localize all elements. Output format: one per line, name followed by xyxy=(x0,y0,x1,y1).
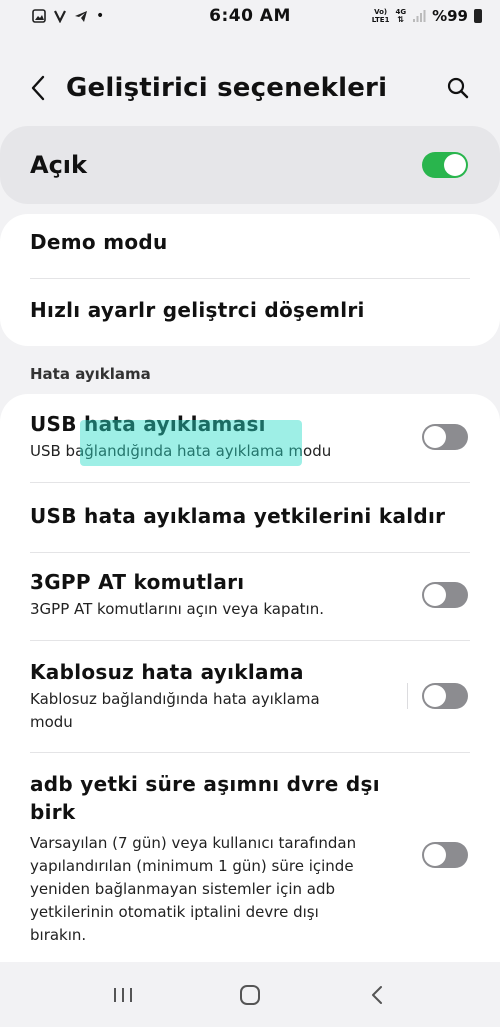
recents-button[interactable] xyxy=(93,970,153,1020)
3gpp-at-subtitle: 3GPP AT komutlarını açın veya kapatın. xyxy=(30,600,324,618)
demo-mode-item[interactable]: Demo modu xyxy=(0,230,500,254)
wireless-debugging-subtitle-line2: modu xyxy=(30,713,73,731)
adb-auth-timeout-subtitle: Varsayılan (7 gün) veya kullanıcı tarafı… xyxy=(30,832,470,947)
nav-back-button[interactable] xyxy=(347,970,407,1020)
search-button[interactable] xyxy=(438,68,478,108)
status-right-icons: Vo) LTE1 4G ⇅ %99 xyxy=(372,7,482,25)
adb-auth-timeout-subtitle-line2: yapılandırılan (minimum 1 gün) süre için… xyxy=(30,857,354,875)
adb-auth-timeout-title-line2: birk xyxy=(30,800,76,824)
wireless-debugging-title: Kablosuz hata ayıklama xyxy=(30,660,304,684)
dot-icon: • xyxy=(96,8,105,24)
back-button[interactable] xyxy=(12,62,64,114)
net-volte-label: Vo) xyxy=(374,8,388,16)
divider xyxy=(30,552,470,553)
toggle-knob xyxy=(424,844,446,866)
adb-auth-timeout-toggle[interactable] xyxy=(422,842,468,868)
toggle-knob xyxy=(444,154,466,176)
debugging-card: USB hata ayıklaması USB bağlandığında ha… xyxy=(0,394,500,1027)
network-indicator: Vo) LTE1 xyxy=(372,8,390,24)
master-switch-row[interactable]: Açık xyxy=(0,126,500,204)
toggle-knob xyxy=(424,584,446,606)
wireless-debugging-subtitle: Kablosuz bağlandığında hata ayıklama mod… xyxy=(30,688,470,734)
adb-auth-timeout-subtitle-line5: bırakın. xyxy=(30,926,87,944)
vertical-separator xyxy=(407,683,408,709)
quick-settings-tiles-title: Hızlı ayarlr geliştrci döşemlri xyxy=(30,298,365,322)
page-title: Geliştirici seçenekleri xyxy=(66,73,388,103)
wireless-debugging-toggle[interactable] xyxy=(422,683,468,709)
recents-icon xyxy=(114,987,133,1002)
home-button[interactable] xyxy=(220,970,280,1020)
adb-auth-timeout-subtitle-line3: yeniden bağlanmayan sistemler için adb xyxy=(30,880,335,898)
wireless-debugging-subtitle-line1: Kablosuz bağlandığında hata ayıklama xyxy=(30,690,320,708)
signal-icon xyxy=(413,10,426,22)
adb-auth-timeout-subtitle-line4: yetkilerinin otomatik iptalini devre dış… xyxy=(30,903,319,921)
back-icon xyxy=(371,985,382,1004)
chevron-left-icon xyxy=(31,75,45,101)
status-bar: • 6:40 AM Vo) LTE1 4G ⇅ %99 xyxy=(0,0,500,32)
adb-auth-timeout-title-line1: adb yetki süre aşımnı dvre dşı xyxy=(30,772,380,796)
net-lte-label: LTE1 xyxy=(371,16,390,24)
3gpp-at-toggle[interactable] xyxy=(422,582,468,608)
divider xyxy=(30,278,470,279)
battery-icon xyxy=(474,9,482,23)
divider xyxy=(30,482,470,483)
section-label-debugging: Hata ayıklama xyxy=(30,365,151,383)
divider xyxy=(30,640,470,641)
battery-level: %99 xyxy=(432,7,468,25)
search-icon xyxy=(447,77,469,99)
app-header: Geliştirici seçenekleri xyxy=(0,62,500,114)
gallery-icon xyxy=(32,9,46,23)
adb-auth-timeout-subtitle-line1: Varsayılan (7 gün) veya kullanıcı tarafı… xyxy=(30,834,357,852)
top-settings-card: Demo modu Hızlı ayarlr geliştrci döşemlr… xyxy=(0,214,500,346)
quick-settings-tiles-item[interactable]: Hızlı ayarlr geliştrci döşemlri xyxy=(0,298,500,322)
divider xyxy=(30,752,470,753)
telegram-icon xyxy=(75,11,87,22)
toggle-knob xyxy=(424,685,446,707)
home-icon xyxy=(239,984,260,1005)
usb-debugging-toggle[interactable] xyxy=(422,424,468,450)
status-left-icons: • xyxy=(32,8,104,24)
master-switch-label: Açık xyxy=(30,151,87,179)
revoke-usb-auth-title: USB hata ayıklama yetkilerini kaldır xyxy=(30,504,446,528)
demo-mode-title: Demo modu xyxy=(30,230,168,254)
highlight-marker xyxy=(80,420,302,466)
network-gen-indicator: 4G ⇅ xyxy=(395,8,407,24)
v-icon xyxy=(54,10,66,23)
navigation-bar xyxy=(0,962,500,1027)
3gpp-at-title: 3GPP AT komutları xyxy=(30,570,245,594)
master-toggle[interactable] xyxy=(422,152,468,178)
revoke-usb-auth-item[interactable]: USB hata ayıklama yetkilerini kaldır xyxy=(0,504,500,528)
toggle-knob xyxy=(424,426,446,448)
